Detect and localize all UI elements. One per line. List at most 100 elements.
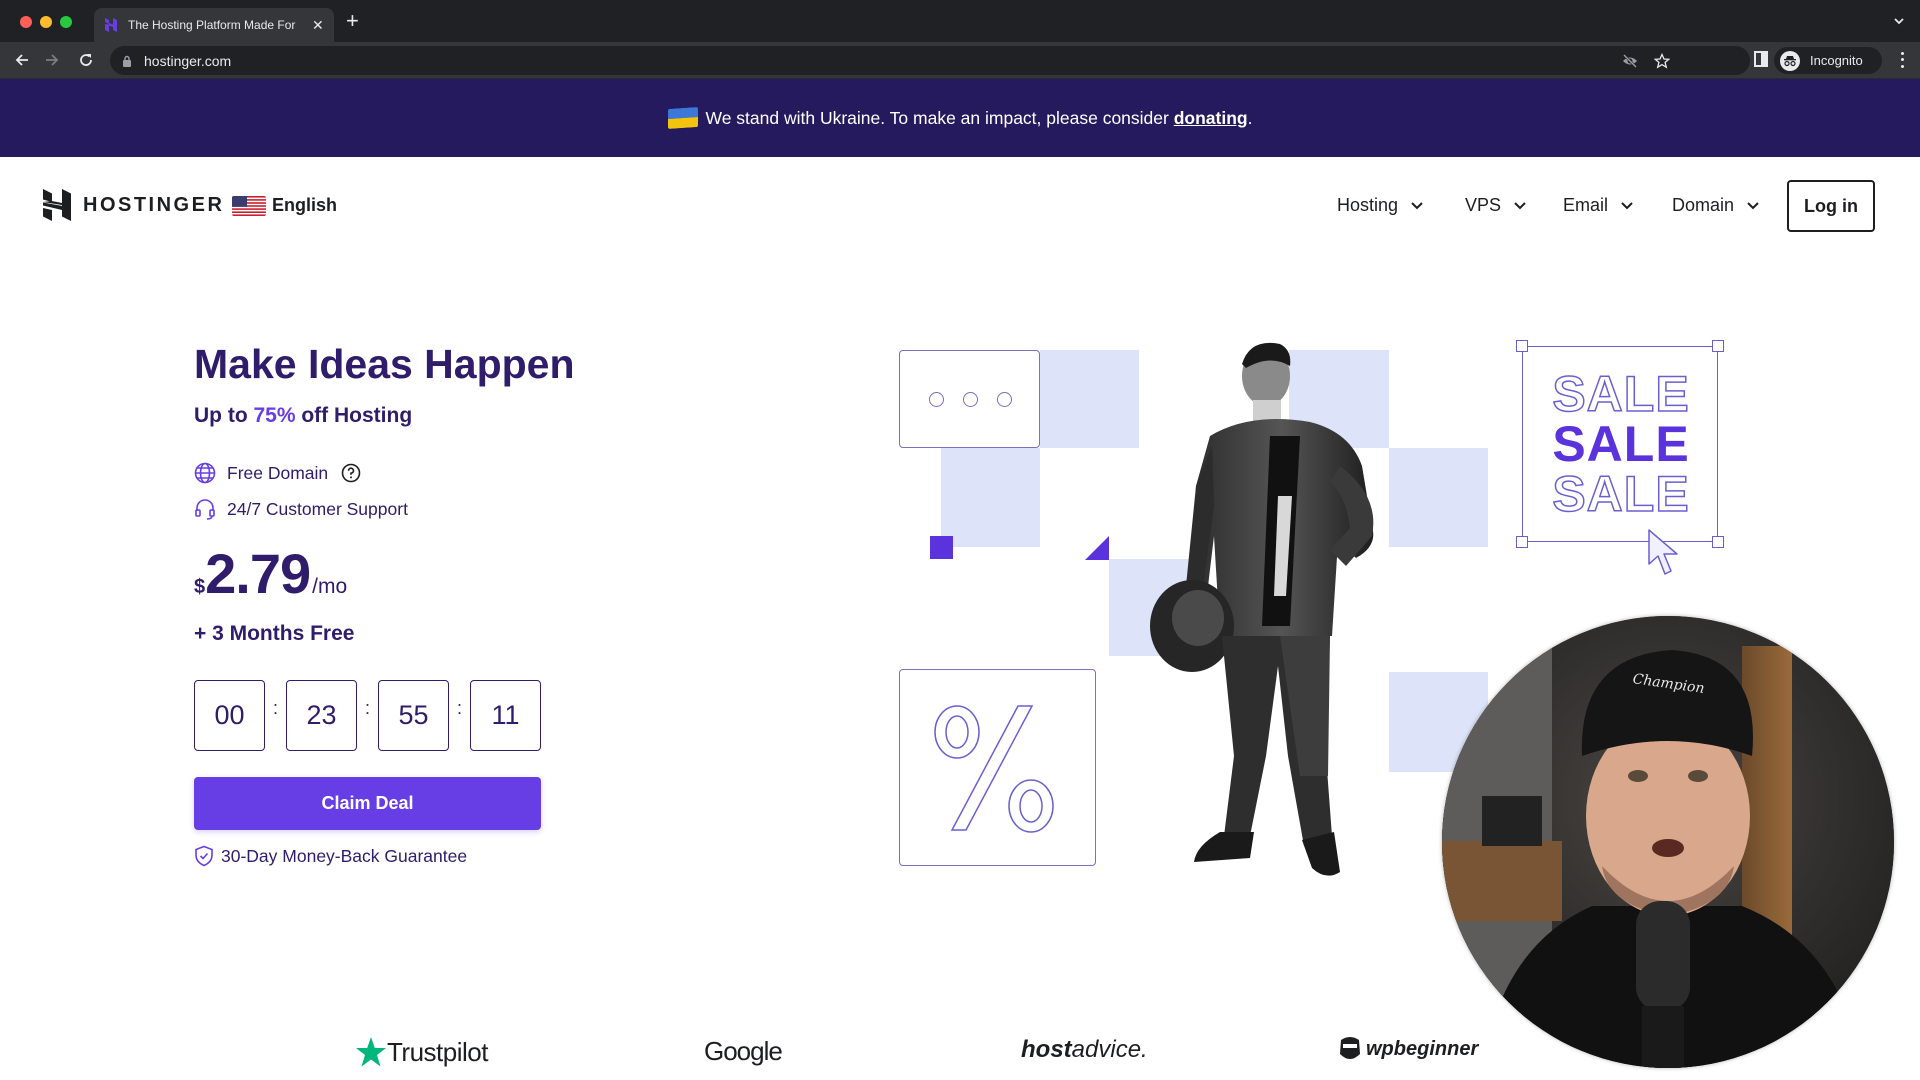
banner-suffix: .: [1247, 107, 1253, 128]
window-close-button[interactable]: [20, 16, 32, 28]
browser-tab-bar: The Hosting Platform Made For ✕ +: [0, 0, 1920, 42]
tab-title: The Hosting Platform Made For: [128, 18, 296, 32]
tab-close-icon[interactable]: ✕: [312, 17, 324, 34]
sale-text-outline: SALE: [1552, 366, 1690, 422]
ukraine-banner: We stand with Ukraine. To make an impact…: [0, 79, 1920, 157]
nav-vps-label: VPS: [1465, 195, 1502, 215]
donating-link[interactable]: donating: [1174, 108, 1248, 128]
claim-deal-button[interactable]: Claim Deal: [194, 777, 541, 830]
racer-photo: [1150, 342, 1374, 876]
hostinger-logo-icon: [43, 189, 71, 221]
banner-text: We stand with Ukraine. To make an impact…: [706, 108, 1253, 129]
help-question-icon[interactable]: [341, 463, 361, 483]
presenter-video: Champion: [1442, 616, 1894, 1068]
nav-email-label: Email: [1563, 195, 1609, 215]
price-period: /mo: [312, 575, 348, 598]
price-amount: 2.79: [205, 542, 311, 605]
trustpilot-logo[interactable]: Trustpilot: [355, 1036, 488, 1068]
bookmark-star-icon[interactable]: [1654, 53, 1670, 69]
globe-icon: [194, 462, 216, 484]
nav-domain-label: Domain: [1672, 195, 1735, 215]
chevron-down-icon: [1621, 202, 1633, 210]
trustpilot-star-icon: [356, 1037, 386, 1067]
address-bar[interactable]: hostinger.com: [110, 46, 1750, 75]
headset-icon: [195, 499, 215, 520]
nav-hosting-label: Hosting: [1337, 195, 1399, 215]
countdown-timer: 00 : 23 : 55 : 11: [194, 680, 541, 751]
hostinger-logo[interactable]: HOSTINGER: [43, 189, 224, 221]
chevron-down-icon: [1747, 202, 1759, 210]
back-arrow-icon[interactable]: [12, 50, 32, 70]
shield-check-icon: [195, 845, 213, 867]
resize-handle: [1712, 536, 1724, 548]
countdown-separator: :: [364, 698, 370, 718]
incognito-label: Incognito: [1810, 53, 1863, 68]
hero-subtitle: Up to 75% off Hosting: [194, 404, 412, 428]
bonus-months: + 3 Months Free: [194, 622, 355, 645]
chevron-down-icon: [1411, 202, 1423, 210]
brand-name: HOSTINGER: [83, 193, 225, 216]
countdown-separator: :: [456, 698, 462, 718]
browser-menu-icon[interactable]: [1894, 50, 1910, 70]
hostadvice-logo[interactable]: host advice.: [1021, 1036, 1148, 1064]
chat-bubble-box: [899, 350, 1040, 448]
wpbeginner-logo[interactable]: wpbeginner: [1338, 1036, 1478, 1062]
percent-icon: [934, 705, 1054, 833]
browser-tab[interactable]: The Hosting Platform Made For ✕: [94, 8, 334, 42]
hostadvice-thin: advice.: [1071, 1036, 1148, 1063]
google-logo[interactable]: Google: [704, 1036, 783, 1067]
ellipsis-dot-icon: [963, 392, 978, 407]
chevron-down-icon: [1514, 202, 1526, 210]
countdown-minutes: 55: [378, 680, 449, 751]
nav-vps[interactable]: VPS: [1465, 195, 1527, 216]
language-label: English: [272, 195, 338, 215]
decor-purple-square: [930, 536, 953, 559]
browser-toolbar: hostinger.com Incognito: [0, 42, 1920, 79]
hostinger-favicon-icon: [104, 18, 118, 32]
tab-list-chevron-icon[interactable]: [1892, 14, 1906, 28]
mouse-pointer-icon: [1648, 529, 1678, 575]
ukraine-flag-icon: [667, 106, 698, 130]
nav-hosting[interactable]: Hosting: [1337, 195, 1424, 216]
percent-box: [899, 669, 1096, 866]
new-tab-icon[interactable]: +: [346, 10, 359, 32]
countdown-separator: :: [272, 698, 278, 718]
claim-deal-label: Claim Deal: [321, 793, 414, 813]
wpbeginner-mascot-icon: [1340, 1037, 1360, 1059]
incognito-profile-button[interactable]: Incognito: [1774, 47, 1882, 74]
resize-handle: [1516, 340, 1528, 352]
feature-label: 24/7 Customer Support: [227, 498, 408, 519]
lock-icon: [123, 55, 131, 67]
side-panel-icon[interactable]: [1754, 51, 1768, 67]
subtitle-prefix: Up to: [194, 404, 254, 427]
sale-frame: SALE SALE SALE: [1516, 340, 1724, 548]
nav-email[interactable]: Email: [1563, 195, 1634, 216]
feature-support: 24/7 Customer Support: [194, 498, 408, 520]
nav-domain[interactable]: Domain: [1672, 195, 1760, 216]
ellipsis-dot-icon: [929, 392, 944, 407]
login-button[interactable]: Log in: [1787, 180, 1875, 232]
sale-text-solid: SALE: [1552, 416, 1690, 472]
discount-percent: 75%: [253, 404, 296, 427]
google-label: Google: [704, 1036, 783, 1066]
incognito-icon: [1780, 50, 1800, 71]
login-label: Log in: [1804, 195, 1858, 216]
price-currency: $: [194, 576, 206, 598]
price: $ 2.79 /mo: [194, 546, 347, 602]
subtitle-suffix: off Hosting: [295, 404, 413, 427]
eye-off-icon[interactable]: [1622, 53, 1638, 69]
window-maximize-button[interactable]: [60, 16, 72, 28]
hero-title: Make Ideas Happen: [194, 341, 575, 387]
wpbeginner-label: wpbeginner: [1366, 1037, 1479, 1060]
feature-label: Free Domain: [227, 462, 329, 483]
resize-handle: [1516, 536, 1528, 548]
language-selector[interactable]: English: [232, 195, 337, 216]
decor-square: [1040, 350, 1139, 448]
resize-handle: [1712, 340, 1724, 352]
forward-arrow-icon[interactable]: [42, 50, 62, 70]
window-minimize-button[interactable]: [40, 16, 52, 28]
decor-purple-triangle: [1085, 536, 1109, 560]
trustpilot-label: Trustpilot: [387, 1036, 488, 1067]
reload-icon[interactable]: [76, 50, 96, 70]
countdown-seconds: 11: [470, 680, 541, 751]
